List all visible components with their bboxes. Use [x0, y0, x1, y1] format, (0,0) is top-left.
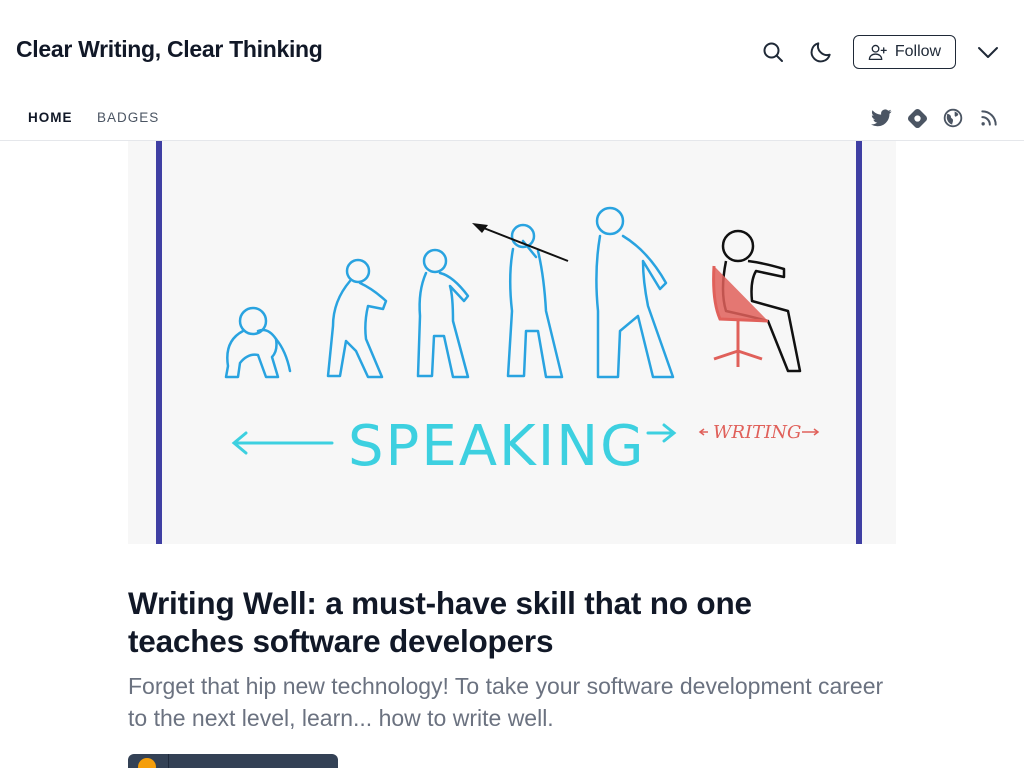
nav-bar: HOME BADGES	[0, 100, 1024, 141]
hashnode-link[interactable]	[906, 107, 928, 129]
author-avatar	[138, 758, 156, 768]
chevron-down-icon	[978, 47, 998, 58]
twitter-link[interactable]	[870, 107, 892, 129]
spear	[475, 224, 569, 262]
top-bar: Clear Writing, Clear Thinking Follow	[0, 0, 1024, 100]
search-button[interactable]	[753, 32, 793, 72]
human-figure	[595, 206, 675, 379]
author-card[interactable]	[128, 754, 338, 768]
follow-button[interactable]: Follow	[853, 35, 956, 69]
evolution-illustration: SPEAKING WRITING	[156, 141, 862, 544]
rss-link[interactable]	[978, 107, 1000, 129]
rss-icon	[981, 110, 997, 126]
cover-image: SPEAKING WRITING	[128, 141, 896, 544]
follow-label: Follow	[894, 43, 942, 60]
theme-toggle-button[interactable]	[801, 32, 841, 72]
chair	[712, 265, 769, 367]
speaking-text: SPEAKING	[348, 414, 646, 479]
moon-icon	[810, 42, 831, 63]
post-subtitle: Forget that hip new technology! To take …	[128, 673, 884, 731]
hashnode-icon	[907, 108, 927, 128]
author-card-divider	[168, 754, 169, 768]
ape-figure	[224, 306, 292, 379]
post-title[interactable]: Writing Well: a must-have skill that no …	[128, 584, 868, 660]
tab-badges[interactable]: BADGES	[97, 110, 159, 125]
twitter-icon	[870, 109, 892, 127]
spear-tip	[472, 223, 488, 233]
blog-title[interactable]: Clear Writing, Clear Thinking	[16, 36, 323, 63]
hominid-figure-1	[326, 258, 388, 379]
tab-home[interactable]: HOME	[28, 110, 73, 125]
add-user-icon	[868, 44, 887, 61]
globe-icon	[943, 108, 963, 128]
website-link[interactable]	[942, 107, 964, 129]
search-icon	[763, 42, 783, 62]
writing-text: WRITING	[713, 422, 801, 443]
menu-button[interactable]	[968, 32, 1008, 72]
hominid-figure-2	[416, 248, 470, 379]
